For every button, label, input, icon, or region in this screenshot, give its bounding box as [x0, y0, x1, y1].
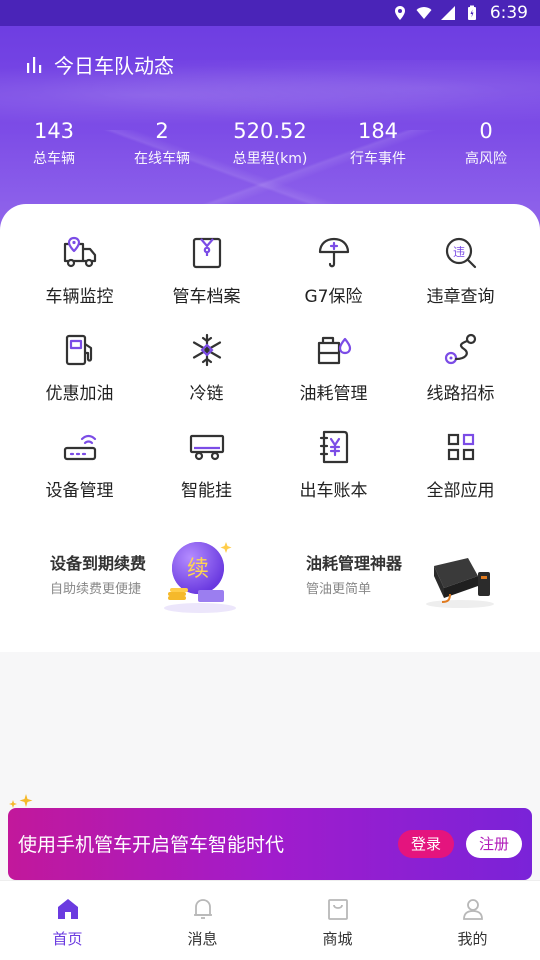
register-button[interactable]: 注册	[466, 830, 522, 858]
promo-subtitle: 管油更简单	[306, 582, 372, 597]
tab-messages[interactable]: 消息	[158, 892, 248, 949]
trailer-icon	[189, 434, 224, 461]
grid-label: 设备管理	[45, 481, 114, 501]
nav-label: 首页	[52, 930, 83, 948]
grid-label: 油耗管理	[299, 384, 368, 404]
grid-label: 冷链	[189, 384, 224, 404]
bar-chart-icon	[27, 57, 42, 73]
ledger-icon	[319, 430, 348, 464]
grid-item-all-apps[interactable]: 全部应用	[397, 428, 524, 501]
grid-item-g7-insurance[interactable]: G7保险	[270, 234, 397, 307]
grid-label: 违章查询	[426, 287, 495, 307]
grid-item-smart-trailer[interactable]: 智能挂	[143, 428, 270, 501]
stat-online-vehicles[interactable]: 2 在线车辆	[122, 116, 202, 168]
file-folder-icon	[192, 237, 221, 269]
grid-item-vehicle-archive[interactable]: 管车档案	[143, 234, 270, 307]
home-icon	[57, 899, 78, 919]
stat-total-vehicles[interactable]: 143 总车辆	[14, 116, 94, 168]
fuel-device-illustration	[426, 558, 494, 608]
stat-label: 在线车辆	[134, 151, 190, 167]
function-grid: 车辆监控 管车档案 G7保险 违 违章查询 优惠加油 冷链 油耗管理 线路招标 …	[16, 234, 524, 501]
stat-driving-events[interactable]: 184 行车事件	[338, 116, 418, 168]
bottom-navigation: 首页 消息 商城 我的	[0, 880, 540, 960]
clock: 6:39	[489, 3, 528, 23]
tab-profile[interactable]: 我的	[428, 892, 518, 949]
promo-device-renewal[interactable]: 设备到期续费 自助续费更便捷 续	[40, 536, 290, 626]
bell-icon	[193, 899, 212, 919]
grid-label: 智能挂	[181, 481, 232, 501]
login-button[interactable]: 登录	[398, 830, 454, 858]
tab-home[interactable]: 首页	[23, 892, 113, 949]
route-icon	[444, 333, 476, 365]
stat-value: 520.52	[233, 119, 307, 143]
battery-icon	[467, 5, 476, 20]
grid-label: G7保险	[304, 287, 363, 307]
user-icon	[462, 899, 483, 920]
violation-search-icon: 违	[445, 237, 476, 269]
truck-location-icon	[63, 236, 96, 268]
grid-item-fuel-consumption[interactable]: 油耗管理	[270, 331, 397, 404]
grid-label: 全部应用	[426, 481, 495, 501]
signal-icon	[440, 6, 455, 20]
nav-label: 消息	[187, 930, 218, 948]
stat-label: 总车辆	[33, 151, 75, 167]
promo-fuel-tool[interactable]: 油耗管理神器 管油更简单	[296, 536, 540, 626]
stat-label: 行车事件	[350, 151, 406, 167]
grid-item-violation-query[interactable]: 违 违章查询	[397, 234, 524, 307]
wifi-icon	[416, 7, 432, 19]
login-banner: 使用手机管车开启管车智能时代 登录 注册	[8, 808, 532, 880]
promo-title: 设备到期续费	[50, 554, 147, 573]
umbrella-icon	[318, 237, 349, 268]
apps-grid-icon	[447, 433, 474, 461]
grid-item-route-bidding[interactable]: 线路招标	[397, 331, 524, 404]
tab-store[interactable]: 商城	[293, 892, 383, 949]
promo-section: 设备到期续费 自助续费更便捷 续 油耗管理神器 管油更简单	[0, 536, 540, 626]
promo-title: 油耗管理神器	[306, 554, 403, 573]
location-icon	[394, 6, 405, 20]
router-device-icon	[63, 434, 96, 461]
fleet-stats: 143 总车辆 2 在线车辆 520.52 总里程(km) 184 行车事件 0…	[0, 116, 540, 168]
snowflake-icon	[192, 333, 221, 367]
grid-item-vehicle-monitor[interactable]: 车辆监控	[16, 234, 143, 307]
function-card: 车辆监控 管车档案 G7保险 违 违章查询 优惠加油 冷链 油耗管理 线路招标 …	[0, 204, 540, 652]
nav-label: 我的	[457, 930, 488, 948]
grid-label: 线路招标	[426, 384, 495, 404]
stat-high-risk[interactable]: 0 高风险	[446, 116, 526, 168]
stat-value: 0	[479, 119, 493, 143]
fuel-pump-icon	[65, 334, 92, 366]
fleet-dynamics-title[interactable]: 今日车队动态	[24, 50, 174, 78]
grid-item-device-management[interactable]: 设备管理	[16, 428, 143, 501]
nav-label: 商城	[322, 930, 353, 948]
grid-item-trip-ledger[interactable]: 出车账本	[270, 428, 397, 501]
stat-total-mileage[interactable]: 520.52 总里程(km)	[230, 116, 310, 168]
grid-label: 优惠加油	[45, 384, 114, 404]
grid-label: 车辆监控	[45, 287, 114, 307]
stat-value: 184	[357, 119, 399, 143]
renewal-illustration: 续	[164, 542, 236, 613]
status-bar: 6:39	[0, 0, 540, 26]
stat-label: 高风险	[465, 151, 507, 167]
promo-subtitle: 自助续费更便捷	[50, 582, 142, 597]
svg-text:违: 违	[452, 245, 464, 259]
grid-label: 管车档案	[172, 287, 241, 307]
login-banner-text: 使用手机管车开启管车智能时代	[18, 834, 285, 856]
fuel-tank-icon	[317, 336, 351, 365]
stat-value: 2	[155, 119, 169, 143]
renewal-badge: 续	[187, 557, 209, 582]
stat-value: 143	[33, 119, 75, 143]
grid-label: 出车账本	[299, 481, 368, 501]
shopping-bag-icon	[327, 899, 348, 920]
header-title-text: 今日车队动态	[54, 53, 174, 78]
grid-item-fuel-discount[interactable]: 优惠加油	[16, 331, 143, 404]
grid-item-cold-chain[interactable]: 冷链	[143, 331, 270, 404]
stat-label: 总里程(km)	[232, 151, 308, 167]
